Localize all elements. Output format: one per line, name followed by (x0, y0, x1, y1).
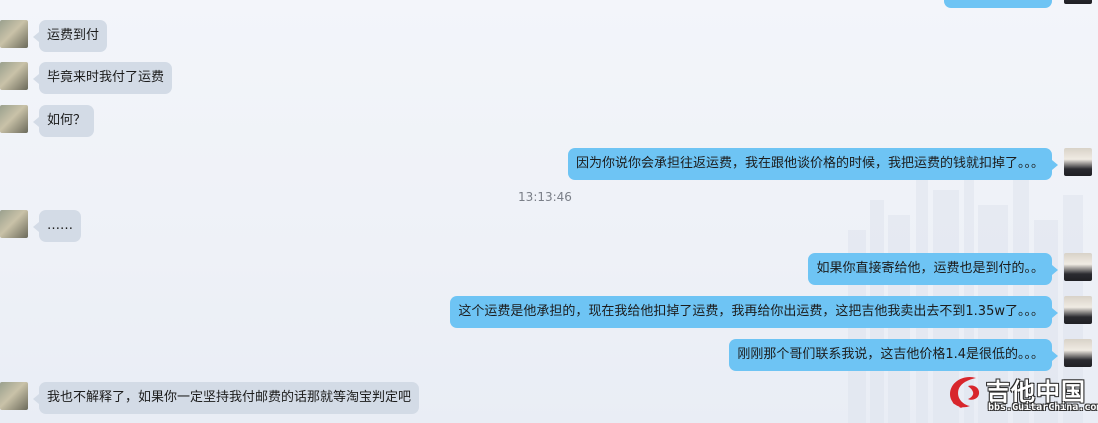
message-row: 刚刚那个哥们联系我说，这吉他价格1.4是很低的。。。 (0, 339, 1098, 373)
avatar-self[interactable] (1064, 339, 1092, 367)
message-bubble-incoming[interactable]: 我也不解释了，如果你一定坚持我付邮费的话那就等淘宝判定吧 (32, 382, 420, 414)
message-bubble-outgoing[interactable]: 如果你直接寄给他，运费也是到付的。。 (808, 253, 1058, 285)
message-row: …… (0, 210, 1098, 244)
avatar-contact[interactable] (0, 210, 28, 238)
avatar-contact[interactable] (0, 62, 28, 90)
message-bubble-outgoing[interactable]: 这个运费是他承担的，现在我给他扣掉了运费，我再给你出运费，这把吉他我卖出去不到1… (450, 296, 1058, 328)
message-row: 因为你说你会承担往返运费，我在跟他谈价格的时候，我把运费的钱就扣掉了。。。 (0, 148, 1098, 182)
avatar-self[interactable] (1064, 148, 1092, 176)
message-row: 如果你直接寄给他，运费也是到付的。。 (0, 253, 1098, 287)
message-row: 如何？ (0, 105, 1098, 139)
message-row: 我也不解释了，如果你一定坚持我付邮费的话那就等淘宝判定吧 (0, 382, 1098, 416)
message-bubble-partial[interactable] (944, 0, 1052, 8)
guitarchina-logo-icon (950, 376, 980, 408)
message-timestamp: 13:13:46 (518, 190, 572, 204)
message-bubble-incoming[interactable]: 毕竟来时我付了运费 (32, 62, 173, 94)
message-bubble-outgoing[interactable]: 因为你说你会承担往返运费，我在跟他谈价格的时候，我把运费的钱就扣掉了。。。 (567, 148, 1059, 180)
watermark-url: bbs.GuitarChina.com (988, 402, 1098, 413)
message-row: 运费到付 (0, 20, 1098, 54)
avatar-self[interactable] (1064, 296, 1092, 324)
avatar-contact[interactable] (0, 382, 28, 410)
avatar-contact[interactable] (0, 105, 28, 133)
avatar-self[interactable] (1064, 0, 1092, 4)
avatar-contact[interactable] (0, 20, 28, 48)
message-row-partial (0, 0, 1098, 10)
message-row: 这个运费是他承担的，现在我给他扣掉了运费，我再给你出运费，这把吉他我卖出去不到1… (0, 296, 1098, 330)
message-bubble-incoming[interactable]: …… (33, 210, 81, 242)
guitarchina-watermark: 吉他中国 bbs.GuitarChina.com (946, 372, 1098, 420)
avatar-self[interactable] (1064, 253, 1092, 281)
message-bubble-outgoing[interactable]: 刚刚那个哥们联系我说，这吉他价格1.4是很低的。。。 (729, 339, 1058, 371)
message-row: 毕竟来时我付了运费 (0, 62, 1098, 96)
message-bubble-incoming[interactable]: 如何？ (32, 105, 95, 137)
message-bubble-incoming[interactable]: 运费到付 (32, 20, 108, 52)
